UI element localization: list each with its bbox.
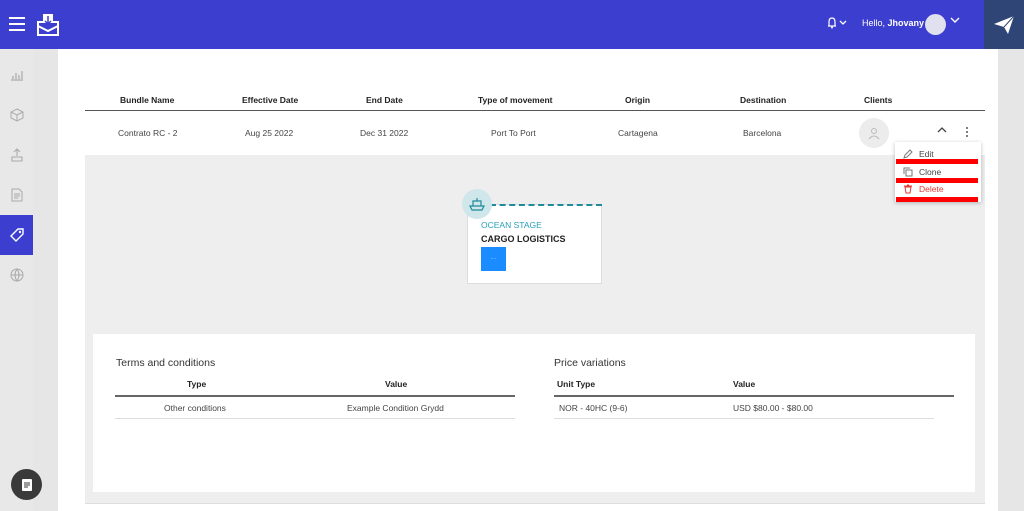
prices-title: Price variations — [554, 357, 626, 369]
user-greeting: Hello, Jhovany — [862, 18, 924, 28]
terms-col-value: Value — [385, 379, 408, 389]
tag-icon[interactable] — [0, 215, 33, 255]
prices-row-divider — [554, 418, 934, 419]
document-icon[interactable] — [0, 175, 33, 215]
prices-header-divider — [554, 395, 954, 397]
chart-icon[interactable] — [0, 55, 33, 95]
top-bar: Hello, Jhovany — [0, 0, 1024, 49]
prices-cell-value: USD $80.00 - $80.00 — [733, 403, 813, 413]
terms-row-divider — [115, 418, 515, 419]
col-clients: Clients — [864, 95, 893, 105]
ship-icon — [462, 189, 492, 219]
col-end-date: End Date — [366, 95, 403, 105]
notes-icon — [21, 478, 32, 491]
chevron-up-icon[interactable] — [937, 126, 947, 137]
table-header: Bundle Name Effective Date End Date Type… — [85, 93, 985, 111]
stage-badge: - - — [481, 247, 506, 271]
cell-end-date: Dec 31 2022 — [360, 128, 409, 138]
pencil-icon — [903, 149, 915, 159]
stage-label: OCEAN STAGE — [481, 220, 542, 230]
cell-bundle-name: Contrato RC - 2 — [118, 128, 178, 138]
prices-cell-unit: NOR - 40HC (9-6) — [559, 403, 628, 413]
user-avatar[interactable] — [925, 14, 946, 35]
col-effective-date: Effective Date — [242, 95, 299, 105]
trash-icon — [903, 184, 915, 194]
cell-destination: Barcelona — [743, 128, 782, 138]
terms-title: Terms and conditions — [116, 357, 216, 369]
col-bundle-name: Bundle Name — [120, 95, 175, 105]
menu-icon[interactable] — [9, 17, 25, 31]
send-icon — [994, 15, 1015, 34]
highlight-bar — [896, 178, 978, 183]
bell-icon[interactable] — [827, 17, 851, 31]
col-movement: Type of movement — [478, 95, 553, 105]
globe-icon[interactable] — [0, 255, 33, 295]
box-icon[interactable] — [0, 95, 33, 135]
more-options-icon[interactable] — [964, 127, 970, 139]
terms-header-divider — [115, 395, 515, 397]
terms-card — [93, 334, 975, 492]
highlight-bar — [896, 159, 978, 164]
menu-clone-label: Clone — [919, 167, 942, 177]
logo-icon[interactable] — [35, 12, 61, 38]
ocean-stage-card[interactable] — [467, 204, 602, 284]
user-name: Jhovany — [887, 18, 925, 28]
sidebar — [0, 49, 33, 511]
client-avatar[interactable] — [859, 118, 889, 148]
col-destination: Destination — [740, 95, 787, 105]
menu-item-delete[interactable]: Delete — [895, 181, 981, 197]
row-actions-menu: Edit Clone Delete — [895, 142, 981, 202]
copy-icon — [903, 167, 915, 177]
terms-col-type: Type — [187, 379, 207, 389]
cell-movement: Port To Port — [491, 128, 536, 138]
highlight-bar — [896, 197, 978, 202]
stage-connector — [490, 204, 602, 206]
greeting-prefix: Hello, — [862, 18, 888, 28]
col-origin: Origin — [625, 95, 651, 105]
terms-cell-type: Other conditions — [164, 403, 226, 413]
cell-effective-date: Aug 25 2022 — [245, 128, 294, 138]
stage-title: CARGO LOGISTICS — [481, 234, 566, 244]
send-button[interactable] — [984, 0, 1024, 49]
table-row[interactable]: Contrato RC - 2 Aug 25 2022 Dec 31 2022 … — [85, 115, 985, 153]
chat-button[interactable] — [11, 469, 42, 500]
terms-cell-value: Example Condition Grydd — [347, 403, 444, 413]
cell-origin: Cartagena — [618, 128, 658, 138]
chevron-down-icon[interactable] — [950, 16, 960, 27]
menu-edit-label: Edit — [919, 149, 934, 159]
user-icon — [868, 128, 880, 140]
upload-icon[interactable] — [0, 135, 33, 175]
divider — [85, 503, 985, 504]
prices-col-value: Value — [733, 379, 756, 389]
menu-delete-label: Delete — [919, 184, 944, 194]
prices-col-unit: Unit Type — [557, 379, 596, 389]
